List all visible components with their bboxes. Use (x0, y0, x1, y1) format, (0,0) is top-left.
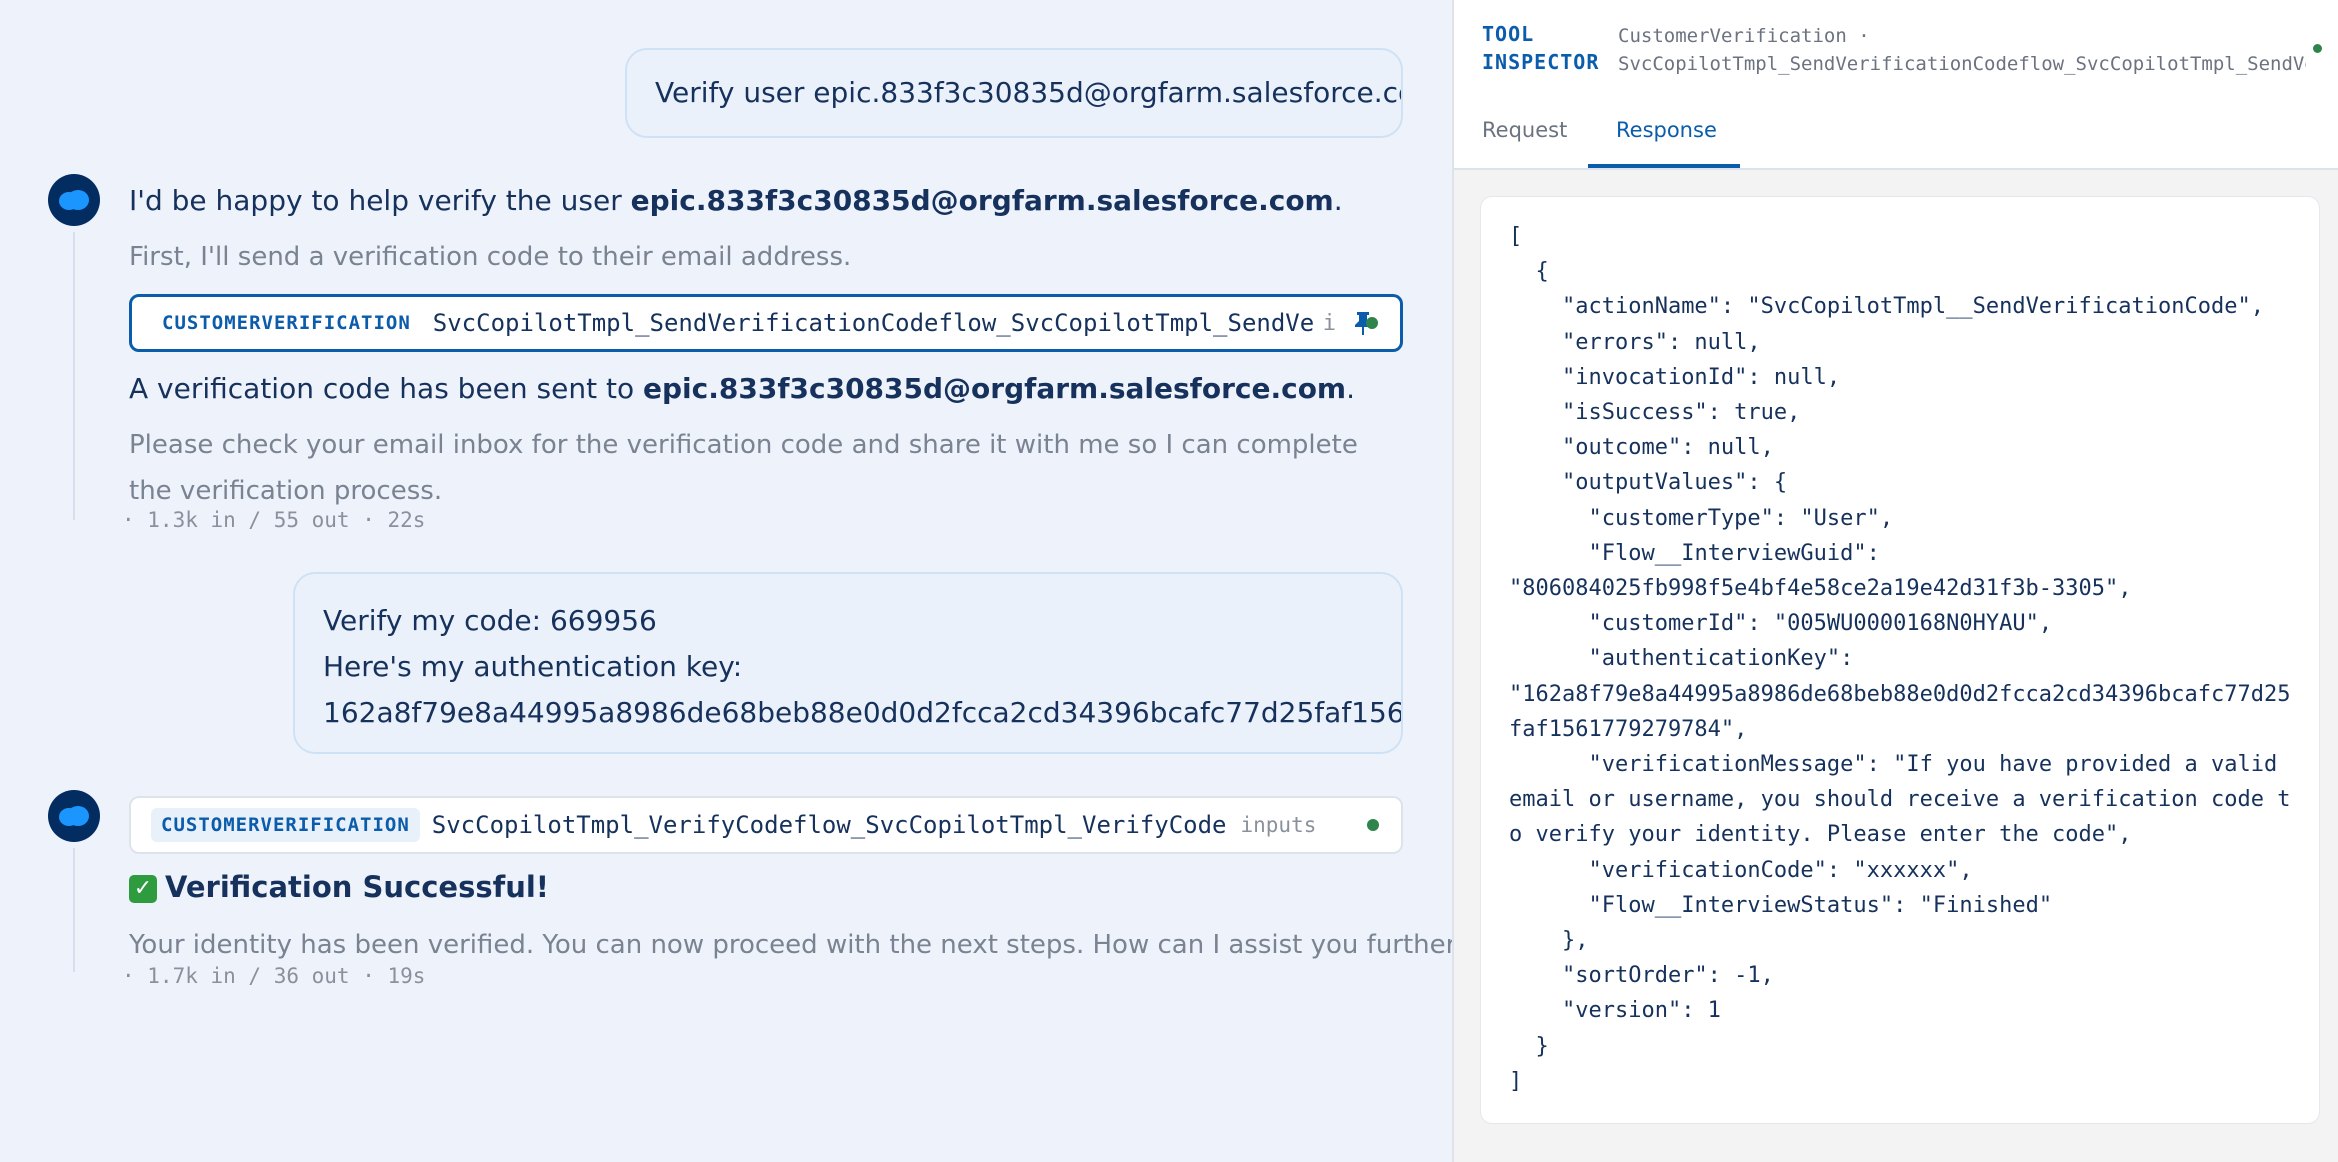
assistant-step-text: First, I'll send a verification code to … (129, 242, 852, 272)
status-dot (1366, 317, 1378, 329)
inspector-title: TOOL INSPECTOR (1482, 20, 1599, 76)
response-json: [ { "actionName": "SvcCopilotTmpl__SendV… (1509, 224, 2291, 1094)
message-meta: · 1.3k in / 55 out · 22s (122, 508, 426, 532)
user-message-bubble: Verify user epic.833f3c30835d@orgfarm.sa… (625, 48, 1403, 138)
tool-call-name: SvcCopilotTmpl_SendVerificationCodeflow_… (432, 309, 1313, 337)
user-message-text: Verify user epic.833f3c30835d@orgfarm.sa… (655, 76, 1403, 109)
tab-request[interactable]: Request (1482, 118, 1567, 142)
assistant-instructions-text: Please check your email inbox for the ve… (129, 430, 1358, 506)
assistant-avatar-2 (48, 790, 100, 842)
inspector-tabs: Request Response (1454, 96, 2338, 170)
tab-response[interactable]: Response (1616, 118, 1717, 142)
intro-email: epic.833f3c30835d@orgfarm.salesforce.com (630, 184, 1334, 217)
salesforce-cloud-icon (59, 190, 89, 210)
user-code-line: Verify my code: 669956 (323, 604, 657, 637)
verification-success-title: ✓ Verification Successful! (129, 870, 549, 904)
assistant-intro-text: I'd be happy to help verify the user epi… (129, 184, 1343, 217)
tool-call-info: i (1322, 310, 1337, 336)
intro-prefix: I'd be happy to help verify the user (129, 184, 631, 217)
message-thread-line-2 (73, 848, 75, 972)
user-message-bubble-2: Verify my code: 669956 Here's my authent… (293, 572, 1403, 754)
intro-suffix: . (1333, 184, 1343, 217)
tool-call-tag: CUSTOMERVERIFICATION (151, 808, 420, 842)
tool-call-verify-code[interactable]: CUSTOMERVERIFICATION SvcCopilotTmpl_Veri… (129, 796, 1403, 854)
active-tab-indicator (1588, 164, 1740, 168)
response-json-card: [ { "actionName": "SvcCopilotTmpl__SendV… (1480, 196, 2320, 1124)
message-meta-2: · 1.7k in / 36 out · 19s (122, 964, 426, 988)
sent-email: epic.833f3c30835d@orgfarm.salesforce.com (643, 372, 1347, 405)
tool-call-send-verification[interactable]: CUSTOMERVERIFICATION SvcCopilotTmpl_Send… (129, 294, 1403, 352)
status-dot (2313, 44, 2322, 53)
check-mark-icon: ✓ (129, 875, 157, 903)
chat-panel: Verify user epic.833f3c30835d@orgfarm.sa… (0, 0, 1452, 1162)
status-dot (1367, 819, 1379, 831)
inspector-title-line1: TOOL (1482, 22, 1535, 46)
user-key-label: Here's my authentication key: (323, 650, 743, 683)
inspector-subtitle-line2: SvcCopilotTmpl_SendVerificationCodeflow_… (1618, 53, 2306, 75)
sent-prefix: A verification code has been sent to (129, 372, 644, 405)
inspector-subtitle: CustomerVerification · SvcCopilotTmpl_Se… (1618, 22, 2306, 78)
salesforce-cloud-icon (59, 806, 89, 826)
inspector-header: TOOL INSPECTOR CustomerVerification · Sv… (1454, 0, 2338, 96)
assistant-avatar (48, 174, 100, 226)
tool-call-tag: CUSTOMERVERIFICATION (162, 312, 411, 334)
assistant-sent-text: A verification code has been sent to epi… (129, 372, 1355, 405)
user-key-value: 162a8f79e8a44995a8986de68beb88e0d0d2fcca… (323, 696, 1403, 729)
success-title-text: Verification Successful! (165, 870, 550, 904)
tool-call-inputs[interactable]: inputs (1241, 813, 1317, 837)
tool-inspector-panel: TOOL INSPECTOR CustomerVerification · Sv… (1452, 0, 2338, 1162)
inspector-title-line2: INSPECTOR (1482, 50, 1600, 74)
message-thread-line (73, 232, 75, 520)
tool-call-name: SvcCopilotTmpl_VerifyCodeflow_SvcCopilot… (431, 811, 1227, 839)
inspector-subtitle-line1: CustomerVerification · (1618, 25, 1870, 47)
success-body-text: Your identity has been verified. You can… (129, 930, 1452, 960)
sent-suffix: . (1346, 372, 1356, 405)
